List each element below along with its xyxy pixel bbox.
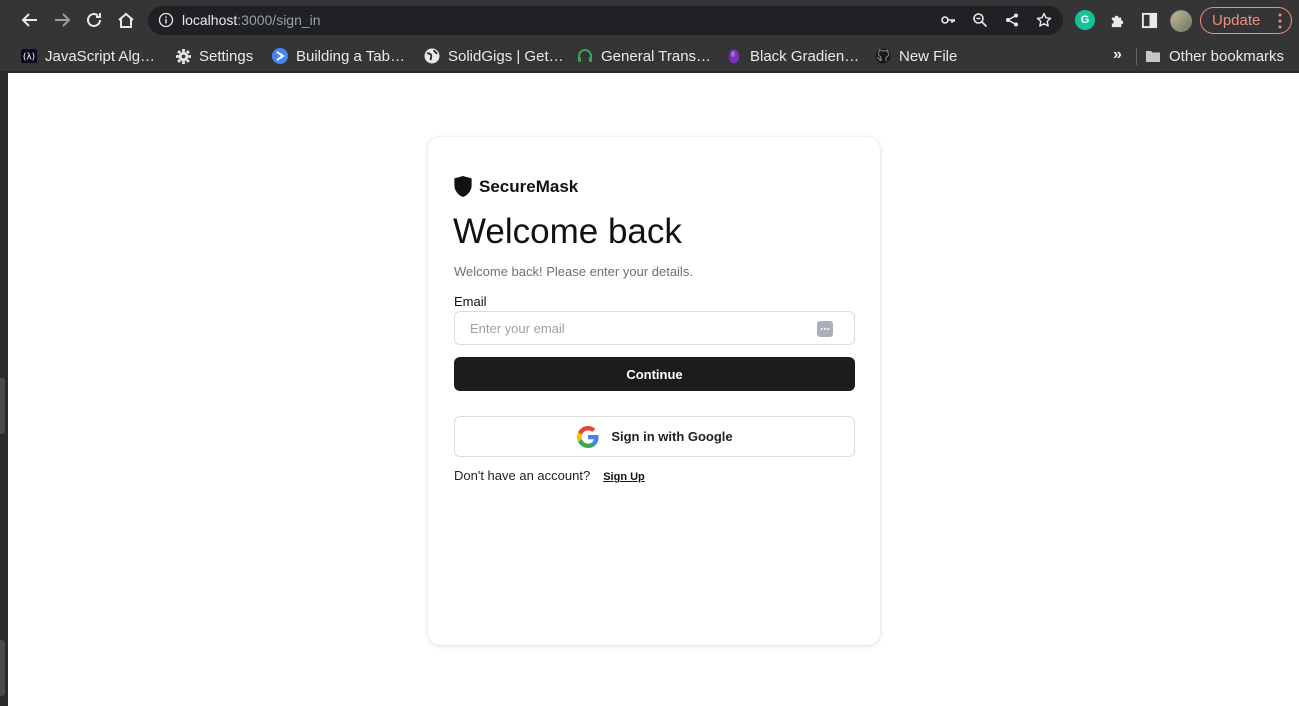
browser-toolbar: localhost:3000/sign_in G Update	[0, 0, 1299, 40]
bookmark-item[interactable]: Settings	[175, 45, 253, 67]
page-title: Welcome back	[453, 212, 682, 251]
bookmark-label: Building a Tab…	[296, 47, 405, 65]
fcc-icon: (λ)	[21, 48, 37, 64]
home-button[interactable]	[114, 8, 138, 32]
email-field[interactable]	[455, 312, 854, 344]
url-text: localhost:3000/sign_in	[182, 12, 321, 28]
back-button[interactable]	[18, 8, 42, 32]
gear-icon	[175, 48, 191, 64]
folder-icon	[1145, 48, 1161, 64]
signup-prompt: Don't have an account? Sign Up	[454, 468, 645, 483]
brand: SecureMask	[453, 175, 578, 198]
bookmark-item[interactable]: (λ) JavaScript Alg…	[21, 45, 155, 67]
bookmark-item[interactable]: New File	[875, 45, 957, 67]
password-key-icon[interactable]	[939, 11, 957, 29]
bookmark-item[interactable]: Building a Tab…	[272, 45, 405, 67]
zoom-icon[interactable]	[971, 11, 989, 29]
update-label: Update	[1212, 12, 1261, 29]
info-icon[interactable]	[158, 12, 174, 28]
forward-arrow-icon	[55, 13, 71, 27]
no-account-text: Don't have an account?	[454, 468, 591, 483]
left-edge-handle	[0, 640, 5, 696]
password-manager-icon[interactable]	[817, 321, 833, 337]
side-panel-icon[interactable]	[1139, 10, 1159, 30]
extensions-puzzle-icon[interactable]	[1107, 10, 1127, 30]
other-bookmarks-folder[interactable]: Other bookmarks	[1145, 45, 1284, 67]
menu-dots-icon	[1278, 13, 1282, 29]
shield-logo-icon	[454, 175, 472, 198]
profile-avatar[interactable]	[1170, 10, 1192, 32]
left-edge-handle	[0, 378, 5, 434]
bookmark-label: SolidGigs | Get…	[448, 47, 564, 65]
google-logo-icon	[577, 425, 599, 448]
google-signin-label: Sign in with Google	[611, 429, 733, 444]
signup-link[interactable]: Sign Up	[603, 471, 645, 483]
reload-button[interactable]	[82, 8, 106, 32]
other-bookmarks-label: Other bookmarks	[1169, 47, 1285, 65]
reload-icon	[87, 12, 101, 27]
signin-card: SecureMask Welcome back Welcome back! Pl…	[428, 137, 880, 645]
subtitle: Welcome back! Please enter your details.	[454, 264, 693, 279]
purple-drop-icon	[726, 48, 742, 64]
url-host: localhost	[182, 12, 238, 28]
email-field-wrapper	[454, 311, 855, 345]
forward-button[interactable]	[50, 8, 74, 32]
url-path: :3000/sign_in	[237, 12, 321, 28]
arrow-play-icon	[272, 48, 288, 64]
back-arrow-icon	[21, 13, 37, 27]
bookmark-item[interactable]: General Trans…	[577, 45, 711, 67]
more-bookmarks-chevron[interactable]: »	[1113, 46, 1122, 64]
bookmark-item[interactable]: SolidGigs | Get…	[424, 45, 564, 67]
address-bar[interactable]: localhost:3000/sign_in	[148, 6, 1063, 35]
github-icon	[875, 48, 891, 64]
bookmark-label: General Trans…	[601, 47, 712, 65]
bookmark-item[interactable]: Black Gradien…	[726, 45, 859, 67]
update-button[interactable]: Update	[1200, 7, 1292, 34]
brand-name: SecureMask	[479, 176, 579, 196]
bookmark-label: New File	[899, 47, 958, 65]
bookmarks-bar: (λ) JavaScript Alg… Settings Building a …	[0, 40, 1299, 72]
headset-icon	[577, 48, 593, 64]
grammarly-extension-icon[interactable]: G	[1075, 10, 1095, 30]
share-icon[interactable]	[1003, 11, 1021, 29]
page-viewport: SecureMask Welcome back Welcome back! Pl…	[8, 73, 1299, 706]
globe-icon	[424, 48, 440, 64]
bookmarks-divider	[1136, 48, 1137, 65]
bookmark-label: JavaScript Alg…	[45, 47, 156, 65]
bookmark-label: Black Gradien…	[750, 47, 860, 65]
svg-text:(λ): (λ)	[23, 53, 35, 63]
bookmark-star-icon[interactable]	[1035, 11, 1053, 29]
bookmark-label: Settings	[199, 47, 254, 65]
google-signin-button[interactable]: Sign in with Google	[454, 416, 855, 457]
home-icon	[118, 12, 134, 28]
continue-button[interactable]: Continue	[454, 357, 855, 391]
email-label: Email	[454, 294, 487, 309]
